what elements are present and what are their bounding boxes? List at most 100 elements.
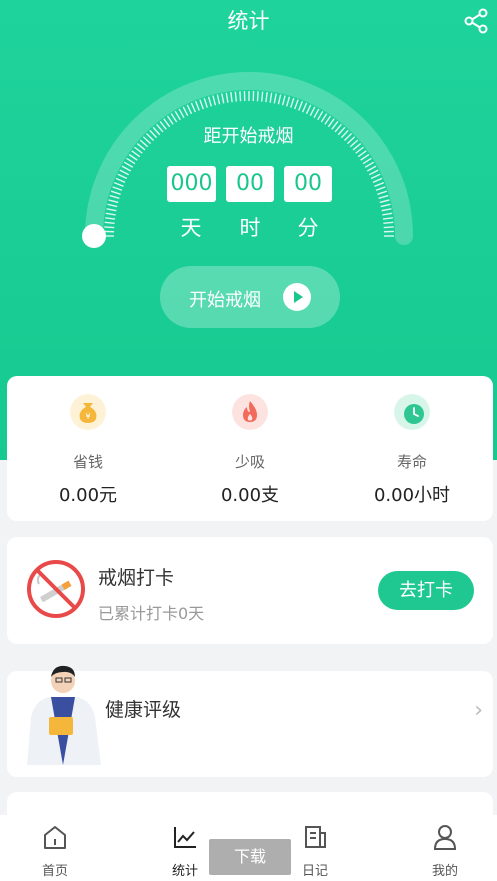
checkin-card: 戒烟打卡 已累计打卡0天 去打卡 — [7, 537, 493, 644]
gauge-tick — [182, 106, 189, 117]
page-title: 统计 — [227, 9, 270, 33]
gauge-tick — [370, 173, 381, 180]
gauge-tick — [190, 102, 197, 113]
hours-counter: 00 — [226, 166, 274, 202]
gauge-tick — [174, 110, 181, 121]
days-counter: 000 — [167, 166, 216, 202]
gauge-tick — [108, 199, 119, 204]
stats-card: ¥ 省钱 0.00元 少吸 0.00支 寿命 0.00小时 — [7, 376, 493, 521]
checkin-button[interactable]: 去打卡 — [378, 571, 474, 610]
stat-label: 省钱 — [72, 453, 103, 471]
gauge-tick — [194, 100, 200, 111]
stat-money-saved: ¥ 省钱 0.00元 — [7, 376, 169, 521]
gauge-tick — [117, 173, 128, 180]
gauge-tick — [115, 177, 126, 184]
gauge-tick — [230, 92, 233, 103]
stat-value: 0.00小时 — [373, 485, 451, 506]
gauge-tick — [285, 96, 291, 107]
gauge-tick — [203, 97, 208, 108]
gauge-tick — [366, 165, 377, 172]
tab-home[interactable]: 首页 — [10, 815, 100, 881]
start-quit-button[interactable]: 开始戒烟 — [160, 266, 340, 328]
gauge-tick — [104, 226, 115, 229]
stat-life-gained: 寿命 0.00小时 — [331, 376, 493, 521]
gauge-tick — [301, 102, 308, 113]
health-rating-card[interactable]: 健康评级 › — [7, 665, 493, 777]
gauge-tick — [298, 100, 304, 111]
gauge-tick — [305, 104, 312, 115]
gauge-tick — [121, 165, 132, 172]
gauge-tick — [374, 181, 385, 187]
share-icon[interactable] — [463, 8, 489, 34]
chevron-right-icon: › — [474, 698, 483, 723]
start-quit-label: 开始戒烟 — [189, 290, 261, 311]
download-button[interactable]: 下载 — [209, 839, 291, 875]
gauge-tick — [109, 194, 120, 200]
gauge-tick — [277, 94, 282, 105]
gauge-tick — [360, 153, 370, 161]
gauge-tick — [273, 93, 277, 104]
gauge-tick — [207, 96, 213, 107]
gauge-tick — [265, 92, 268, 103]
gauge-tick — [317, 110, 324, 121]
gauge-tick — [221, 93, 225, 104]
gauge-tick — [186, 104, 193, 115]
gauge-tick — [104, 221, 115, 224]
stat-value: 0.00支 — [220, 485, 280, 506]
diary-icon — [305, 826, 326, 848]
gauge-tick — [377, 190, 388, 195]
gauge-tick — [113, 181, 124, 187]
gauge-tick — [290, 97, 295, 108]
play-icon — [283, 283, 311, 311]
gauge-tick — [382, 212, 393, 216]
gauge-tick — [126, 157, 136, 165]
gauge-tick — [261, 91, 264, 102]
gauge-tick — [234, 91, 237, 102]
gauge-tick — [372, 177, 383, 184]
stat-label: 寿命 — [396, 453, 427, 471]
gauge-tick — [355, 146, 365, 154]
gauge-tick — [110, 190, 121, 195]
gauge-tick — [357, 150, 367, 158]
gauge-tick — [128, 153, 138, 161]
gauge-tick — [133, 146, 143, 154]
checkin-count: 已累计打卡0天 — [98, 604, 205, 623]
doctor-illustration — [27, 665, 101, 765]
gauge-tick — [281, 95, 286, 106]
minutes-unit-label: 分 — [297, 216, 319, 240]
gauge-tick — [106, 208, 117, 212]
no-smoking-icon — [27, 560, 85, 618]
gauge-tick — [313, 108, 320, 119]
gauge-tick — [309, 106, 316, 117]
gauge-tick — [368, 169, 379, 176]
gauge-tick — [170, 113, 178, 123]
svg-text:¥: ¥ — [85, 412, 90, 421]
gauge-tick — [375, 186, 386, 191]
gauge-tick — [199, 99, 204, 110]
minutes-counter: 00 — [284, 166, 332, 202]
gauge-tick — [131, 150, 141, 158]
gauge-tick — [378, 194, 389, 200]
gauge-tick — [379, 199, 390, 204]
stat-cigarettes-avoided: 少吸 0.00支 — [169, 376, 331, 521]
gauge-tick — [212, 95, 217, 106]
gauge-tick — [382, 217, 393, 220]
gauge-tick — [362, 157, 372, 165]
user-icon — [433, 825, 457, 850]
gauge-tick — [112, 186, 123, 191]
days-unit-label: 天 — [180, 216, 202, 240]
gauge-tick — [364, 161, 375, 168]
tab-label: 我的 — [431, 864, 458, 879]
gauge-tick — [239, 91, 242, 102]
gauge-knob[interactable] — [82, 224, 106, 248]
money-bag-icon: ¥ — [70, 394, 106, 430]
gauge-tick — [256, 91, 259, 102]
tab-mine[interactable]: 我的 — [400, 815, 490, 881]
gauge-tick — [269, 92, 273, 103]
gauge-tick — [123, 161, 134, 168]
gauge-tick — [119, 169, 130, 176]
gauge-tick — [105, 212, 116, 216]
gauge-tick — [381, 208, 392, 212]
gauge-tick — [294, 99, 299, 110]
gauge-tick — [383, 226, 394, 229]
